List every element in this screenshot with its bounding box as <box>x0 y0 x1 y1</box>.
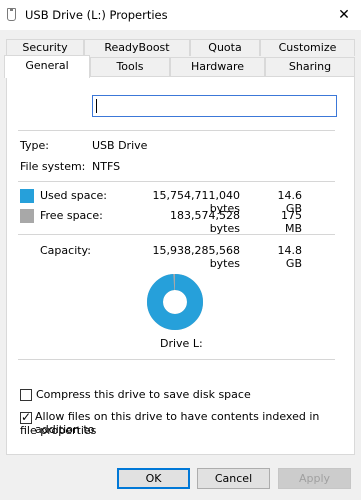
close-button[interactable]: ✕ <box>333 4 355 26</box>
drive-name-input[interactable] <box>92 95 337 117</box>
separator <box>18 181 335 182</box>
tab-general[interactable]: General <box>4 55 90 78</box>
cancel-button[interactable]: Cancel <box>197 468 270 489</box>
free-space-color-swatch <box>20 209 34 223</box>
capacity-size: 14.8 GB <box>277 244 303 270</box>
free-space-label: Free space: <box>40 209 103 222</box>
file-system-label: File system: <box>20 160 86 173</box>
tab-quota[interactable]: Quota <box>190 39 260 56</box>
type-label: Type: <box>20 139 49 152</box>
separator <box>18 359 335 360</box>
tab-sharing[interactable]: Sharing <box>265 57 355 76</box>
tab-readyboost[interactable]: ReadyBoost <box>84 39 190 56</box>
used-space-color-swatch <box>20 189 34 203</box>
used-space-arc <box>147 274 203 330</box>
disk-usage-donut <box>147 274 203 330</box>
capacity-label: Capacity: <box>40 244 91 257</box>
tab-tools[interactable]: Tools <box>90 57 170 76</box>
usb-drive-icon <box>7 8 16 21</box>
drive-label: Drive L: <box>160 337 203 350</box>
tab-hardware[interactable]: Hardware <box>170 57 265 76</box>
type-value: USB Drive <box>92 139 148 152</box>
compress-checkbox[interactable] <box>20 389 32 401</box>
ok-button[interactable]: OK <box>117 468 190 489</box>
separator <box>18 234 335 235</box>
index-checkbox[interactable]: ✓ <box>20 410 32 424</box>
window-title: USB Drive (L:) Properties <box>25 8 168 22</box>
checkmark-icon: ✓ <box>21 410 32 424</box>
file-system-value: NTFS <box>92 160 121 173</box>
text-caret <box>96 99 97 113</box>
compress-label[interactable]: Compress this drive to save disk space <box>36 388 251 401</box>
free-space-bytes: 183,574,528 bytes <box>170 209 240 235</box>
index-label-line2[interactable]: file properties <box>20 424 96 437</box>
separator <box>18 130 335 131</box>
apply-button[interactable]: Apply <box>278 468 351 489</box>
tab-security[interactable]: Security <box>6 39 84 56</box>
tab-customize[interactable]: Customize <box>260 39 355 56</box>
title-bar: USB Drive (L:) Properties ✕ <box>0 0 361 30</box>
used-space-label: Used space: <box>40 189 108 202</box>
free-space-size: 175 MB <box>281 209 302 235</box>
capacity-bytes: 15,938,285,568 bytes <box>152 244 240 270</box>
